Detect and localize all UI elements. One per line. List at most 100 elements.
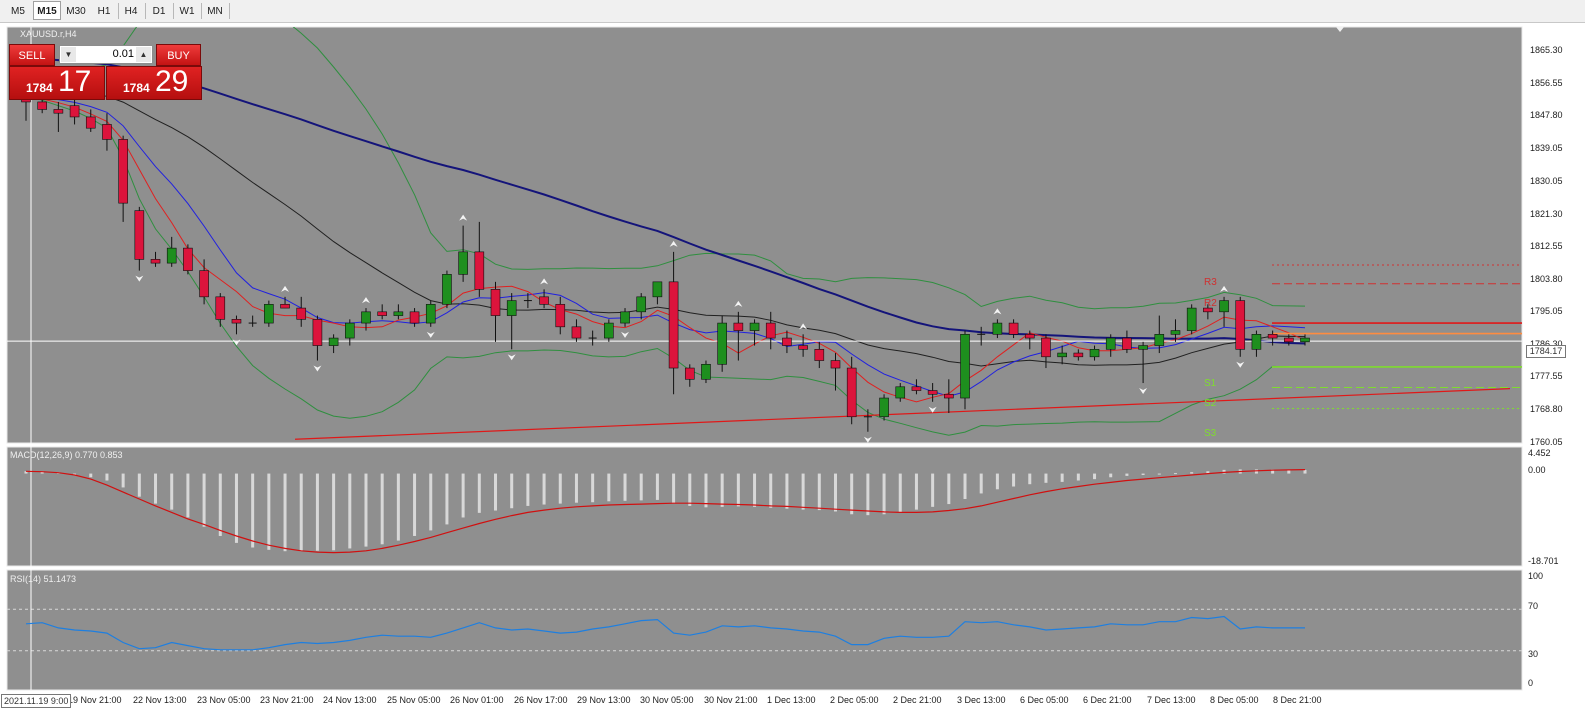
candle-body	[102, 124, 112, 140]
candle-body	[215, 296, 226, 320]
macd-histogram-bar	[348, 473, 352, 549]
timeframe-mn[interactable]: MN	[203, 1, 227, 20]
candle-body	[1008, 322, 1019, 335]
candle-body	[555, 304, 566, 328]
lot-size-value[interactable]: 0.01	[78, 47, 134, 62]
lot-increase-icon[interactable]: ▲	[136, 47, 151, 62]
macd-histogram-bar	[947, 473, 951, 505]
candle-body	[798, 345, 808, 350]
macd-histogram-bar	[736, 473, 740, 507]
macd-histogram-bar	[89, 473, 93, 478]
price-axis-label: 1777.55	[1530, 371, 1563, 381]
price-axis-label: 1847.80	[1530, 110, 1563, 120]
candle-body	[150, 259, 161, 264]
macd-histogram-bar	[170, 473, 174, 510]
timeframe-h4[interactable]: H4	[120, 1, 142, 20]
macd-histogram-bar	[801, 473, 805, 510]
candle-body	[604, 322, 614, 339]
macd-histogram-bar	[850, 473, 854, 515]
candle-body	[134, 210, 145, 260]
candle-body	[1300, 337, 1310, 343]
timeframe-h1[interactable]: H1	[91, 1, 117, 20]
price-axis-label: 1760.05	[1530, 437, 1563, 447]
timeframe-w1[interactable]: W1	[175, 1, 199, 20]
candle-body	[85, 116, 96, 129]
candle-body	[571, 326, 582, 339]
price-axis-label: 1768.80	[1530, 404, 1563, 414]
candle-body	[118, 139, 128, 204]
chart-window[interactable]: XAUUSD.r,H4 SELL ▼ 0.01 ▲ BUY 1784 17 17…	[0, 23, 1585, 717]
time-axis-label: 22 Nov 13:00	[133, 695, 187, 705]
candle-body	[1186, 307, 1197, 331]
macd-histogram-bar	[963, 473, 967, 499]
candle-body	[733, 322, 744, 331]
rsi-axis-0: 0	[1528, 678, 1534, 688]
macd-histogram-bar	[1157, 473, 1161, 475]
toolbar-separator	[229, 3, 230, 19]
sell-button[interactable]: SELL	[9, 44, 55, 66]
candle-body	[749, 322, 760, 331]
one-click-trading-panel: SELL ▼ 0.01 ▲ BUY 1784 17 1784 29	[9, 44, 202, 100]
time-axis-label: 6 Dec 05:00	[1020, 695, 1069, 705]
lot-decrease-icon[interactable]: ▼	[61, 47, 76, 62]
timeframe-m5[interactable]: M5	[4, 1, 32, 20]
price-axis-label: 1803.80	[1530, 274, 1563, 284]
macd-histogram-bar	[574, 473, 578, 503]
candle-body	[458, 251, 468, 275]
time-axis-label: 6 Dec 21:00	[1083, 695, 1132, 705]
candle-body	[69, 105, 80, 118]
macd-histogram-bar	[510, 473, 514, 509]
macd-histogram-bar	[1303, 470, 1307, 474]
macd-axis-min: -18.701	[1528, 556, 1559, 566]
macd-histogram-bar	[1076, 473, 1080, 481]
macd-histogram-bar	[1125, 473, 1129, 476]
sell-price-box[interactable]: 1784 17	[9, 65, 105, 100]
macd-label: MACD(12,26,9) 0.770 0.853	[10, 450, 123, 460]
candle-body	[879, 397, 889, 418]
candle-body	[280, 304, 290, 309]
macd-histogram-bar	[1141, 473, 1145, 475]
macd-histogram-bar	[461, 473, 465, 518]
macd-histogram-bar	[1044, 473, 1048, 483]
macd-histogram-bar	[882, 473, 886, 515]
macd-histogram-bar	[445, 473, 449, 525]
buy-price-box[interactable]: 1784 29	[106, 65, 202, 100]
buy-price-small: 1784	[123, 81, 150, 95]
time-axis-label: 26 Nov 01:00	[450, 695, 504, 705]
time-axis-label: 19 Nov 21:00	[68, 695, 122, 705]
time-axis-label: 29 Nov 13:00	[577, 695, 631, 705]
pivot-s2-label: S2	[1204, 398, 1217, 409]
lot-size-field[interactable]: ▼ 0.01 ▲	[59, 45, 153, 64]
timeframe-d1[interactable]: D1	[147, 1, 171, 20]
macd-histogram-bar	[1012, 473, 1016, 487]
candle-body	[474, 251, 485, 290]
candle-body	[1170, 330, 1181, 335]
candle-body	[911, 386, 922, 391]
macd-histogram-bar	[995, 473, 999, 490]
macd-histogram-bar	[785, 473, 789, 509]
candle-body	[296, 307, 307, 320]
timeframe-m30[interactable]: M30	[62, 1, 90, 20]
candle-body	[701, 363, 711, 380]
macd-histogram-bar	[639, 473, 643, 501]
candle-body	[183, 247, 193, 271]
time-axis-label: 1 Dec 13:00	[767, 695, 816, 705]
candle-body	[490, 289, 501, 316]
time-axis-label: 8 Dec 05:00	[1210, 695, 1259, 705]
buy-button[interactable]: BUY	[156, 44, 201, 66]
price-axis-label: 1865.30	[1530, 45, 1563, 55]
rsi-pane	[6, 569, 1523, 691]
price-axis-label: 1812.55	[1530, 241, 1563, 251]
candle-body	[846, 367, 857, 418]
toolbar-separator	[118, 3, 119, 19]
candle-body	[264, 304, 274, 324]
sell-price-big: 17	[58, 65, 92, 98]
macd-histogram-bar	[380, 473, 384, 545]
timeframe-m15[interactable]: M15	[33, 1, 61, 20]
time-axis-label: 30 Nov 21:00	[704, 695, 758, 705]
chart-canvas[interactable]	[0, 23, 1585, 717]
pivot-r3-label: R3	[1204, 277, 1217, 288]
time-axis-label: 25 Nov 05:00	[387, 695, 441, 705]
macd-histogram-bar	[591, 473, 595, 503]
candle-body	[992, 322, 1003, 335]
